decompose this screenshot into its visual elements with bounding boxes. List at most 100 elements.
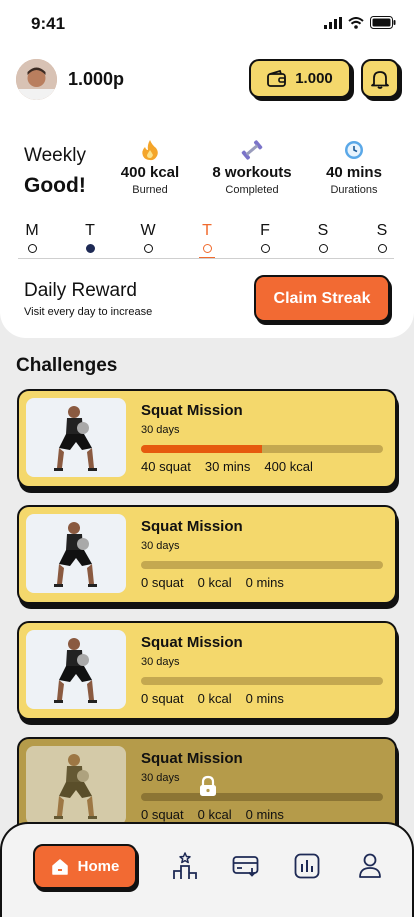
points-balance: 1.000p — [68, 69, 125, 89]
day-monday[interactable]: M — [18, 222, 46, 253]
day-wednesday[interactable]: W — [134, 222, 162, 253]
divider — [18, 258, 394, 259]
stat-label: Durations — [330, 184, 378, 196]
challenge-title: Squat Mission — [141, 750, 243, 767]
day-letter: W — [140, 222, 156, 239]
battery-icon — [370, 16, 396, 29]
nav-leaderboard-button[interactable] — [170, 851, 200, 881]
progress-bar — [141, 561, 383, 569]
user-icon — [359, 853, 381, 878]
day-letter: T — [85, 222, 95, 239]
stat-squats: 0 squat — [141, 575, 184, 590]
squat-figure-image — [54, 754, 97, 819]
challenge-stats: 0 squat 0 kcal 0 mins — [141, 807, 284, 822]
stat-duration: 40 mins Durations — [304, 137, 404, 196]
nav-home-button[interactable]: Home — [33, 844, 137, 889]
challenge-duration: 30 days — [141, 540, 180, 552]
stat-squats: 0 squat — [141, 807, 184, 822]
challenge-card[interactable]: Squat Mission 30 days 0 squat 0 kcal 0 m… — [17, 621, 397, 720]
stat-value: 40 mins — [326, 164, 382, 181]
stat-calories: 400 kcal — [264, 459, 313, 474]
wallet-button[interactable]: 1.000 — [249, 59, 351, 98]
day-letter: S — [376, 222, 388, 239]
day-letter: T — [202, 222, 212, 239]
stats-icon — [294, 853, 320, 879]
challenge-thumbnail — [26, 398, 126, 477]
week-days: M T W T F S S — [18, 222, 394, 260]
weekly-status: Good! — [24, 174, 86, 197]
stat-burned: 400 kcal Burned — [100, 137, 200, 196]
dumbbell-icon — [241, 139, 263, 160]
challenge-card[interactable]: Squat Mission 30 days 0 squat 0 kcal 0 m… — [17, 505, 397, 604]
stat-workouts: 8 workouts Completed — [202, 137, 302, 196]
bottom-nav: Home — [0, 822, 414, 917]
day-dot-today — [202, 244, 212, 253]
nav-stats-button[interactable] — [292, 851, 322, 881]
day-dot — [143, 244, 153, 253]
progress-bar — [141, 445, 383, 453]
avatar[interactable] — [16, 59, 57, 100]
status-bar: 9:41 — [0, 0, 414, 48]
challenge-title: Squat Mission — [141, 402, 243, 419]
day-tuesday[interactable]: T — [76, 222, 104, 253]
flame-icon — [142, 139, 158, 160]
stat-calories: 0 kcal — [197, 691, 232, 706]
weekly-label: Weekly — [24, 145, 86, 166]
avatar-image — [16, 59, 57, 100]
status-time: 9:41 — [31, 14, 66, 33]
day-letter: M — [25, 222, 39, 239]
progress-fill — [141, 445, 262, 453]
day-thursday[interactable]: T — [193, 222, 221, 259]
nav-home-label: Home — [77, 858, 120, 875]
squat-figure-image — [54, 638, 97, 703]
progress-bar — [141, 677, 383, 685]
signal-icon — [324, 16, 342, 29]
day-sunday[interactable]: S — [368, 222, 396, 253]
day-letter: S — [317, 222, 329, 239]
challenge-stats: 40 squat 30 mins 400 kcal — [141, 459, 313, 474]
card-icon — [232, 856, 259, 877]
stat-time: 0 mins — [245, 691, 284, 706]
challenge-duration: 30 days — [141, 424, 180, 436]
wifi-icon — [348, 16, 364, 29]
stat-squats: 0 squat — [141, 691, 184, 706]
day-dot-completed — [85, 244, 95, 253]
stat-squats: 40 squat — [141, 459, 191, 474]
stat-time: 0 mins — [245, 807, 284, 822]
stat-label: Burned — [132, 184, 168, 196]
squat-figure-image — [54, 406, 97, 471]
challenge-thumbnail — [26, 746, 126, 825]
daily-reward-title: Daily Reward — [24, 280, 137, 301]
stat-label: Completed — [225, 184, 279, 196]
day-saturday[interactable]: S — [309, 222, 337, 253]
day-dot — [318, 244, 328, 253]
day-letter: F — [260, 222, 270, 239]
clock-icon — [345, 140, 363, 159]
squat-figure-image — [54, 522, 97, 587]
challenge-thumbnail — [26, 630, 126, 709]
notifications-button[interactable] — [361, 59, 399, 98]
day-dot — [27, 244, 37, 253]
nav-profile-button[interactable] — [355, 851, 385, 881]
day-dot — [260, 244, 270, 253]
claim-streak-button[interactable]: Claim Streak — [254, 275, 390, 322]
challenges-title: Challenges — [16, 355, 118, 376]
nav-payments-button[interactable] — [231, 851, 261, 881]
stat-calories: 0 kcal — [197, 575, 232, 590]
stat-time: 30 mins — [204, 459, 251, 474]
home-icon — [51, 858, 68, 875]
challenge-stats: 0 squat 0 kcal 0 mins — [141, 575, 284, 590]
challenge-duration: 30 days — [141, 772, 180, 784]
lock-icon — [198, 775, 218, 802]
stat-time: 0 mins — [245, 575, 284, 590]
day-friday[interactable]: F — [251, 222, 279, 253]
podium-icon — [173, 852, 197, 879]
progress-bar — [141, 793, 383, 801]
wallet-icon — [267, 70, 287, 87]
challenge-stats: 0 squat 0 kcal 0 mins — [141, 691, 284, 706]
day-dot — [377, 244, 387, 253]
challenge-card[interactable]: Squat Mission 30 days 40 squat 30 mins 4… — [17, 389, 397, 488]
stat-value: 400 kcal — [120, 164, 180, 181]
status-icons — [324, 16, 396, 29]
challenge-duration: 30 days — [141, 656, 180, 668]
